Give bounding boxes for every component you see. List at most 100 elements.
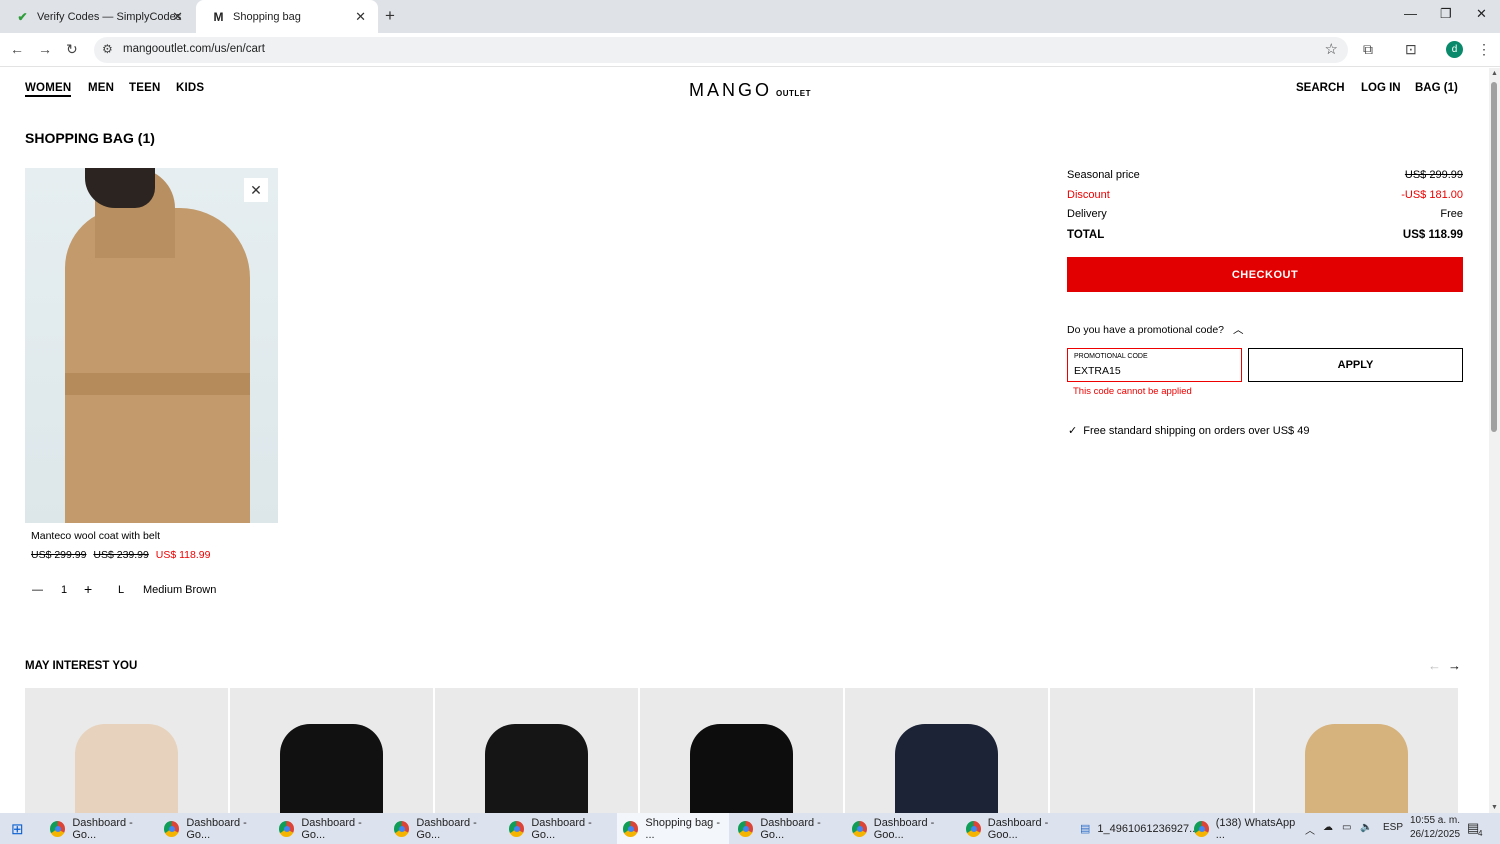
scroll-down-icon[interactable]: ▼ xyxy=(1491,804,1498,811)
product-name[interactable]: Manteco wool coat with belt xyxy=(31,530,160,542)
color-value[interactable]: Medium Brown xyxy=(143,584,216,596)
clock-time[interactable]: 10:55 a. m. xyxy=(1410,815,1460,826)
restore-icon[interactable]: ❐ xyxy=(1440,6,1452,22)
taskbar-item[interactable]: Dashboard - Go... xyxy=(732,813,844,844)
mango-outlet-logo[interactable]: MANGO OUTLET xyxy=(689,80,811,101)
apply-button[interactable]: APPLY xyxy=(1248,348,1463,382)
bag-link[interactable]: BAG (1) xyxy=(1415,82,1458,94)
taskbar-item[interactable]: Dashboard - Goo... xyxy=(960,813,1074,844)
forward-icon[interactable]: → xyxy=(38,41,52,57)
promo-toggle[interactable]: Do you have a promotional code? ︿ xyxy=(1067,322,1243,337)
taskbar-item[interactable]: Dashboard - Go... xyxy=(158,813,270,844)
taskbar-item-active[interactable]: Shopping bag - ... xyxy=(617,813,729,844)
minimize-icon[interactable]: — xyxy=(1404,6,1417,21)
chrome-icon xyxy=(738,820,754,837)
product-card[interactable] xyxy=(435,688,638,813)
taskbar-item[interactable]: Dashboard - Go... xyxy=(44,813,156,844)
product-image[interactable] xyxy=(25,168,278,523)
taskbar-label: Dashboard - Go... xyxy=(416,816,477,841)
product-card[interactable] xyxy=(640,688,843,813)
taskbar-item[interactable]: Dashboard - Goo... xyxy=(846,813,960,844)
promo-code-field[interactable]: PROMOTIONAL CODE EXTRA15 xyxy=(1067,348,1242,382)
tab-shopping-bag[interactable]: M Shopping bag ✕ xyxy=(196,0,378,33)
discount-value: -US$ 181.00 xyxy=(1401,189,1463,201)
chrome-icon xyxy=(279,820,295,837)
section-title: MAY INTEREST YOU xyxy=(25,660,138,672)
tab-search-icon[interactable]: ⊡ xyxy=(1405,41,1417,58)
close-tab-icon[interactable]: ✕ xyxy=(355,9,366,25)
reload-icon[interactable]: ↻ xyxy=(66,41,78,58)
nav-kids[interactable]: KIDS xyxy=(176,82,204,94)
nav-men[interactable]: MEN xyxy=(88,82,114,94)
next-arrow-icon[interactable]: → xyxy=(1448,658,1461,673)
scrollbar-thumb[interactable] xyxy=(1491,82,1497,432)
bookmark-star-icon[interactable]: ☆ xyxy=(1325,40,1338,58)
discount-row: Discount -US$ 181.00 xyxy=(1067,189,1463,201)
network-icon[interactable]: ▭ xyxy=(1342,822,1351,833)
chrome-icon xyxy=(852,820,867,837)
taskbar-item[interactable]: Dashboard - Go... xyxy=(388,813,500,844)
garment-shape xyxy=(280,724,383,813)
remove-item-button[interactable]: ✕ xyxy=(244,178,268,202)
nav-women[interactable]: WOMEN xyxy=(25,82,72,97)
address-bar[interactable]: ⚙ mangooutlet.com/us/en/cart ☆ xyxy=(94,37,1348,63)
search-link[interactable]: SEARCH xyxy=(1296,82,1345,94)
product-card[interactable] xyxy=(1255,688,1458,813)
chrome-icon xyxy=(394,820,410,837)
garment-shape xyxy=(1305,724,1408,813)
nav-teen[interactable]: TEEN xyxy=(129,82,160,94)
volume-icon[interactable]: 🔈 xyxy=(1360,822,1372,833)
language-indicator[interactable]: ESP xyxy=(1383,822,1403,833)
checkout-button[interactable]: CHECKOUT xyxy=(1067,257,1463,292)
chrome-icon xyxy=(50,820,66,837)
windows-start-icon[interactable]: ⊞ xyxy=(11,820,24,838)
prev-arrow-icon[interactable]: ← xyxy=(1428,658,1441,673)
garment-shape xyxy=(690,724,793,813)
increase-qty-button[interactable]: + xyxy=(84,581,92,597)
price-original: US$ 299.99 xyxy=(31,549,87,561)
product-card[interactable] xyxy=(845,688,1048,813)
clock-date[interactable]: 26/12/2025 xyxy=(1410,829,1460,840)
logo-text: MANGO xyxy=(689,80,773,100)
menu-dots-icon[interactable]: ⋮ xyxy=(1477,41,1491,58)
back-icon[interactable]: ← xyxy=(10,41,24,57)
close-tab-icon[interactable]: ✕ xyxy=(172,9,183,25)
extensions-icon[interactable]: ⧉ xyxy=(1363,41,1373,58)
shipping-text: Free standard shipping on orders over US… xyxy=(1083,425,1310,437)
cloud-icon[interactable]: ☁ xyxy=(1323,822,1333,833)
close-window-icon[interactable]: ✕ xyxy=(1476,6,1487,22)
taskbar-item[interactable]: Dashboard - Go... xyxy=(503,813,615,844)
quantity-value: 1 xyxy=(61,584,68,596)
site-info-icon[interactable]: ⚙ xyxy=(102,42,113,56)
new-tab-icon[interactable]: + xyxy=(385,6,395,26)
scroll-up-icon[interactable]: ▲ xyxy=(1491,70,1498,77)
url-text: mangooutlet.com/us/en/cart xyxy=(123,43,265,55)
profile-avatar[interactable]: d xyxy=(1446,41,1463,58)
tray-expand-icon[interactable]: ︿ xyxy=(1305,822,1315,837)
chrome-icon xyxy=(164,820,180,837)
decrease-qty-button[interactable]: — xyxy=(32,584,43,596)
taskbar-label: Shopping bag - ... xyxy=(645,816,721,841)
promo-error: This code cannot be applied xyxy=(1073,386,1192,397)
total-value: US$ 118.99 xyxy=(1402,229,1463,241)
promo-question: Do you have a promotional code? xyxy=(1067,324,1225,336)
browser-tab-bar: ✔ Verify Codes — SimplyCodes ✕ M Shoppin… xyxy=(0,0,1500,33)
total-row: TOTAL US$ 118.99 xyxy=(1067,229,1463,241)
taskbar-item[interactable]: (138) WhatsApp ... xyxy=(1188,813,1300,844)
page-scrollbar[interactable]: ▲ ▼ xyxy=(1489,68,1500,813)
garment-shape xyxy=(895,724,998,813)
tab-simplycodes[interactable]: ✔ Verify Codes — SimplyCodes ✕ xyxy=(0,0,195,33)
tab-title: Verify Codes — SimplyCodes xyxy=(37,10,182,23)
taskbar-item[interactable]: Dashboard - Go... xyxy=(273,813,385,844)
product-card[interactable] xyxy=(230,688,433,813)
price-previous: US$ 239.99 xyxy=(93,549,149,561)
product-card[interactable] xyxy=(25,688,228,813)
total-label: TOTAL xyxy=(1067,229,1105,241)
product-card[interactable] xyxy=(1050,688,1253,813)
chrome-icon xyxy=(623,820,639,837)
discount-label: Discount xyxy=(1067,189,1110,201)
taskbar-item[interactable]: ▤ 1_4961061236927... xyxy=(1074,813,1198,844)
promo-code-label: PROMOTIONAL CODE xyxy=(1074,353,1148,360)
size-value[interactable]: L xyxy=(118,584,124,596)
login-link[interactable]: LOG IN xyxy=(1361,82,1401,94)
